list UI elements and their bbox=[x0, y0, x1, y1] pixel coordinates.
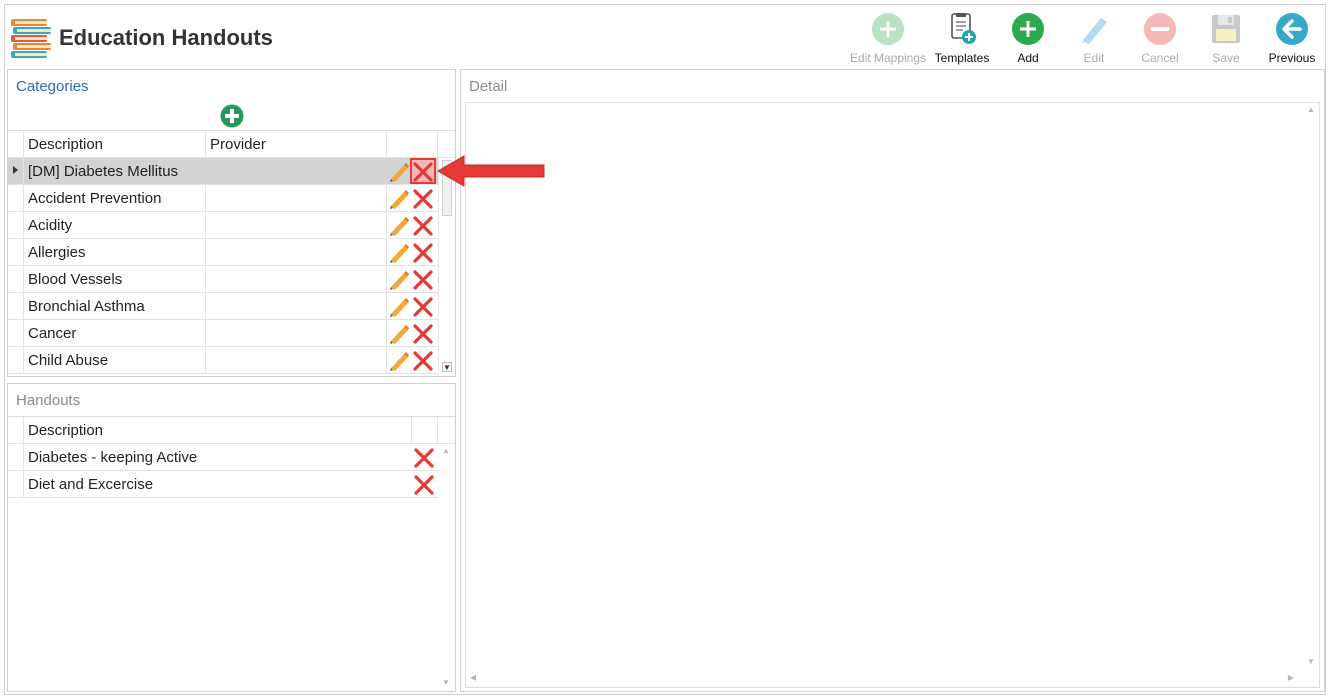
table-row[interactable]: Allergies bbox=[8, 239, 438, 266]
plus-circle-icon bbox=[1012, 13, 1044, 45]
save-label: Save bbox=[1212, 51, 1240, 65]
document-add-icon bbox=[951, 13, 976, 44]
table-row[interactable]: [DM] Diabetes Mellitus bbox=[8, 158, 438, 185]
delete-x-icon[interactable] bbox=[412, 269, 434, 291]
delete-x-icon[interactable] bbox=[412, 161, 434, 183]
category-description: Cancer bbox=[28, 325, 77, 342]
detail-content-area[interactable]: ▲ ▼ ◀ ▶ bbox=[465, 102, 1320, 688]
edit-mappings-button[interactable]: Edit Mappings bbox=[847, 9, 929, 67]
category-provider bbox=[206, 158, 386, 185]
edit-pencil-icon[interactable] bbox=[389, 323, 411, 345]
edit-pencil-icon[interactable] bbox=[389, 242, 411, 264]
toolbar: Edit Mappings Templates Add Edit Cancel … bbox=[847, 9, 1325, 67]
edit-pencil-icon[interactable] bbox=[389, 269, 411, 291]
delete-x-icon[interactable] bbox=[412, 188, 434, 210]
category-description: Allergies bbox=[28, 244, 86, 261]
arrow-left-circle-icon bbox=[1276, 13, 1308, 45]
table-row[interactable]: Child Abuse bbox=[8, 347, 438, 374]
categories-scrollbar[interactable]: ▼ bbox=[438, 158, 454, 376]
category-provider bbox=[206, 347, 386, 374]
edit-pencil-icon[interactable] bbox=[389, 296, 411, 318]
table-row[interactable]: Blood Vessels bbox=[8, 266, 438, 293]
edit-pencil-icon[interactable] bbox=[389, 350, 411, 372]
edit-pencil-icon[interactable] bbox=[389, 215, 411, 237]
delete-x-icon[interactable] bbox=[413, 474, 435, 496]
category-provider bbox=[206, 212, 386, 239]
delete-x-icon[interactable] bbox=[412, 242, 434, 264]
education-handouts-window: Education Handouts Edit Mappings Templat… bbox=[4, 4, 1326, 695]
scroll-down-icon[interactable]: ▼ bbox=[441, 678, 451, 688]
table-row[interactable]: Cancer bbox=[8, 320, 438, 347]
edit-pencil-icon[interactable] bbox=[389, 188, 411, 210]
minus-circle-icon bbox=[1144, 13, 1176, 45]
scroll-up-icon[interactable]: ▲ bbox=[1306, 105, 1316, 115]
table-row[interactable]: Acidity bbox=[8, 212, 438, 239]
table-row[interactable]: Diet and Excercise bbox=[8, 471, 438, 498]
category-provider bbox=[206, 266, 386, 293]
category-description: Blood Vessels bbox=[28, 271, 123, 288]
edit-button[interactable]: Edit bbox=[1061, 9, 1127, 67]
floppy-disk-icon bbox=[1212, 15, 1240, 43]
detail-panel: Detail ▲ ▼ ◀ ▶ bbox=[460, 69, 1325, 692]
categories-title: Categories bbox=[16, 78, 89, 95]
handouts-scrollbar[interactable]: ▲ ▼ bbox=[438, 444, 454, 691]
save-button[interactable]: Save bbox=[1193, 9, 1259, 67]
plus-circle-icon bbox=[872, 13, 904, 45]
edit-pencil-icon[interactable] bbox=[389, 161, 411, 183]
add-button[interactable]: Add bbox=[995, 9, 1061, 67]
categories-panel: Categories Description Provider [DM] Dia… bbox=[7, 69, 456, 377]
table-row[interactable]: Accident Prevention bbox=[8, 185, 438, 212]
scroll-right-icon[interactable]: ▶ bbox=[1286, 673, 1296, 683]
callout-arrow-icon bbox=[436, 154, 548, 188]
books-icon bbox=[9, 15, 53, 61]
category-description: Acidity bbox=[28, 217, 73, 234]
categories-grid: Description Provider [DM] Diabetes Melli… bbox=[8, 130, 455, 376]
category-description: Child Abuse bbox=[28, 352, 109, 369]
category-description: Accident Prevention bbox=[28, 190, 162, 207]
edit-label: Edit bbox=[1083, 51, 1105, 65]
category-description: [DM] Diabetes Mellitus bbox=[28, 163, 179, 180]
scroll-left-icon[interactable]: ◀ bbox=[468, 673, 478, 683]
cancel-label: Cancel bbox=[1141, 51, 1179, 65]
category-provider bbox=[206, 185, 386, 212]
cancel-button[interactable]: Cancel bbox=[1127, 9, 1193, 67]
add-category-icon[interactable] bbox=[220, 104, 244, 128]
previous-button[interactable]: Previous bbox=[1259, 9, 1325, 67]
handouts-header-row: Description bbox=[8, 417, 455, 444]
previous-label: Previous bbox=[1268, 51, 1316, 65]
category-provider bbox=[206, 293, 386, 320]
scroll-down-icon[interactable]: ▼ bbox=[442, 362, 452, 372]
delete-x-icon[interactable] bbox=[412, 215, 434, 237]
edit-mappings-label: Edit Mappings bbox=[849, 51, 927, 65]
column-header-description[interactable]: Description bbox=[24, 131, 204, 158]
scroll-down-icon[interactable]: ▼ bbox=[1306, 657, 1316, 667]
handouts-grid: Description Diabetes - keeping Active Di… bbox=[8, 416, 455, 691]
category-description: Bronchial Asthma bbox=[28, 298, 145, 315]
delete-x-icon[interactable] bbox=[412, 350, 434, 372]
table-row[interactable]: Diabetes - keeping Active bbox=[8, 444, 438, 471]
handouts-panel: Handouts Description Diabetes - keeping … bbox=[7, 383, 456, 692]
column-header-provider[interactable]: Provider bbox=[206, 131, 386, 158]
handout-description: Diet and Excercise bbox=[28, 476, 154, 493]
detail-title: Detail bbox=[469, 78, 508, 95]
table-row[interactable]: Bronchial Asthma bbox=[8, 293, 438, 320]
templates-label: Templates bbox=[934, 51, 990, 65]
category-provider bbox=[206, 239, 386, 266]
column-header-description[interactable]: Description bbox=[24, 417, 404, 444]
scroll-up-icon[interactable]: ▲ bbox=[441, 446, 451, 456]
add-label: Add bbox=[1017, 51, 1039, 65]
page-title: Education Handouts bbox=[59, 25, 273, 50]
handout-description: Diabetes - keeping Active bbox=[28, 449, 198, 466]
delete-x-icon[interactable] bbox=[412, 323, 434, 345]
category-provider bbox=[206, 320, 386, 347]
pencil-icon bbox=[1081, 18, 1107, 44]
templates-button[interactable]: Templates bbox=[929, 9, 995, 67]
handouts-title: Handouts bbox=[16, 392, 81, 409]
current-row-indicator-icon bbox=[13, 166, 18, 174]
categories-header-row: Description Provider bbox=[8, 131, 455, 158]
delete-x-icon[interactable] bbox=[412, 296, 434, 318]
delete-x-icon[interactable] bbox=[413, 447, 435, 469]
